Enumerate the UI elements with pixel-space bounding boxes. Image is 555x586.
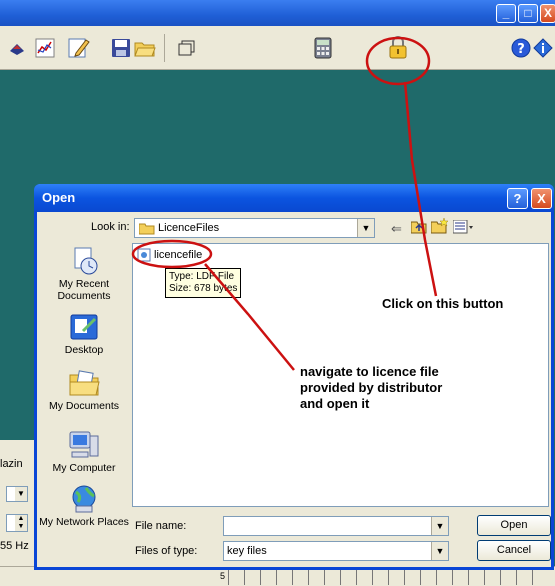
toolbar: ? [0,26,555,70]
help-icon[interactable]: ? [510,37,532,59]
dialog-title: Open [42,190,76,205]
place-label: My Recent Documents [57,278,111,302]
recent-documents-icon [68,246,100,276]
open-dialog: Open ? X Look in: LicenceFiles ▼ ⇐ My Re… [34,184,554,570]
place-label: Desktop [64,344,104,356]
place-my-documents[interactable]: My Documents [39,368,129,412]
up-folder-icon[interactable] [411,220,427,234]
pen-tool-icon[interactable] [6,37,28,59]
look-in-dropdown-icon[interactable]: ▼ [357,219,374,237]
folder-icon [139,223,155,235]
partial-frequency-label: 55 Hz [0,540,29,552]
minimize-button[interactable]: _ [496,4,516,23]
place-network-places[interactable]: My Network Places [39,484,129,528]
file-annotation-line-3: and open it [300,396,370,411]
save-icon[interactable] [110,37,132,59]
look-in-label: Look in: [91,221,130,233]
tooltip-type: Type: LDF File [169,271,235,282]
button-annotation: Click on this button [382,296,504,311]
back-arrow-icon[interactable]: ⇐ [391,221,402,237]
dialog-title-bar: Open ? X [34,184,554,212]
spinner-arrows-icon: ▲ ▼ [15,515,27,531]
dropdown-arrow-icon: ▼ [15,487,27,501]
partial-label: lazin [0,458,23,470]
dialog-help-button[interactable]: ? [507,188,528,209]
files-of-type-select[interactable]: key files ▼ [223,541,449,561]
file-name-input[interactable]: ▼ [223,516,449,536]
file-annotation-line-2: provided by distributor [300,380,443,395]
files-of-type-dropdown-icon[interactable]: ▼ [431,542,448,560]
file-name: licencefile [154,249,203,261]
axis-tick-label: 5 [220,571,226,581]
app-title-bar: _ □ X [0,0,555,26]
file-item[interactable]: licencefile [137,248,202,262]
place-label: My Documents [48,400,120,412]
axis-grid [228,569,548,585]
files-of-type-label: Files of type: [135,545,198,557]
place-desktop[interactable]: Desktop [39,312,129,356]
open-button[interactable]: Open [477,515,551,536]
place-label: My Network Places [39,516,129,528]
file-icon [137,248,151,262]
dialog-close-button[interactable]: X [531,188,552,209]
file-name-label: File name: [135,520,187,532]
cancel-button[interactable]: Cancel [477,540,551,561]
close-app-button[interactable]: X [540,4,555,23]
look-in-value: LicenceFiles [158,222,220,234]
place-recent-documents[interactable]: My Recent Documents [39,246,129,302]
new-folder-icon[interactable] [431,218,449,234]
my-documents-icon [68,368,100,398]
toolbar-separator [164,34,165,62]
partial-spinner[interactable]: ▲ ▼ [6,514,28,532]
my-computer-icon [68,430,100,460]
window-icon[interactable] [176,37,198,59]
chart-icon[interactable] [34,37,56,59]
file-tooltip: Type: LDF File Size: 678 bytes [165,268,242,298]
place-my-computer[interactable]: My Computer [39,430,129,474]
view-menu-icon[interactable] [453,220,475,234]
place-label: My Computer [52,462,116,474]
network-places-icon [68,484,100,514]
maximize-button[interactable]: □ [518,4,538,23]
info-icon[interactable] [532,37,554,59]
places-bar: My Recent Documents Desktop My Documents… [39,244,129,562]
calculator-icon[interactable] [312,37,334,59]
file-name-dropdown-icon[interactable]: ▼ [431,517,448,535]
padlock-icon[interactable] [387,36,409,59]
partial-dropdown[interactable]: ▼ [6,486,28,502]
svg-text:?: ? [517,42,525,57]
open-folder-icon[interactable] [134,37,156,59]
edit-icon[interactable] [68,37,90,59]
desktop-icon [68,312,100,342]
tooltip-size: Size: 678 bytes [169,283,238,294]
look-in-combo[interactable]: LicenceFiles ▼ [134,218,375,238]
file-annotation-line-1: navigate to licence file [300,364,439,379]
files-of-type-value: key files [227,545,267,557]
